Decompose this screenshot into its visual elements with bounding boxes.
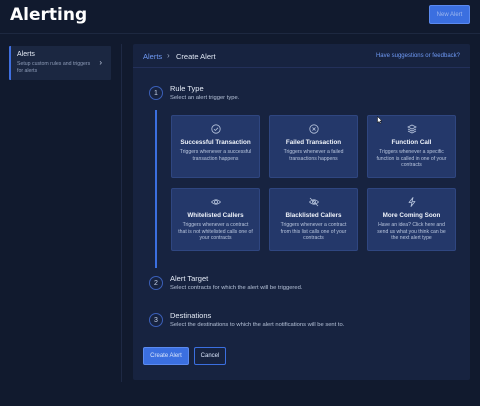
mouse-cursor-icon <box>377 116 383 124</box>
create-alert-button[interactable]: Create Alert <box>143 347 189 365</box>
rule-card-function-call[interactable]: Function Call Triggers whenever a specif… <box>367 115 456 178</box>
rule-card-title: Function Call <box>391 139 432 146</box>
header-divider <box>0 33 480 34</box>
step-title-destinations: Destinations <box>170 311 212 320</box>
step-number-1: 1 <box>149 86 163 100</box>
sidebar-item-description: Setup custom rules and triggers for aler… <box>17 61 91 74</box>
rule-card-description: Triggers whenever a failed transactions … <box>283 149 344 162</box>
step-subtitle-destinations: Select the destinations to which the ale… <box>170 322 345 328</box>
step-title-rule-type: Rule Type <box>170 84 204 93</box>
rule-card-description: Triggers whenever a successful transacti… <box>179 149 252 162</box>
sidebar-item-alerts[interactable]: Alerts Setup custom rules and triggers f… <box>9 46 111 80</box>
rule-card-failed-transaction[interactable]: Failed Transaction Triggers whenever a f… <box>269 115 358 178</box>
eye-icon <box>210 199 221 205</box>
breadcrumb-current: Create Alert <box>176 52 216 61</box>
breadcrumb-alerts-link[interactable]: Alerts <box>143 52 162 61</box>
chevron-right-icon: › <box>99 58 102 67</box>
rule-card-title: More Coming Soon <box>382 212 441 219</box>
sidebar-item-label: Alerts <box>17 51 35 58</box>
rule-card-description: Triggers whenever a specific function is… <box>376 149 447 168</box>
feedback-link[interactable]: Have suggestions or feedback? <box>376 53 460 59</box>
eye-off-icon <box>308 197 319 207</box>
rule-card-blacklisted-callers[interactable]: Blacklisted Callers Triggers whenever a … <box>269 188 358 251</box>
rule-card-description: Triggers whenever a contract that is not… <box>178 222 253 241</box>
step-number-2: 2 <box>149 276 163 290</box>
rule-card-successful-transaction[interactable]: Successful Transaction Triggers whenever… <box>171 115 260 178</box>
page-title: Alerting <box>10 5 88 25</box>
check-circle-icon <box>210 124 221 134</box>
rule-card-title: Blacklisted Callers <box>285 212 342 219</box>
rule-card-whitelisted-callers[interactable]: Whitelisted Callers Triggers whenever a … <box>171 188 260 251</box>
rule-card-title: Whitelisted Callers <box>187 212 244 219</box>
x-circle-icon <box>308 124 319 134</box>
step-subtitle-alert-target: Select contracts for which the alert wil… <box>170 285 303 291</box>
rule-card-description: Triggers whenever a contract from this l… <box>280 222 347 241</box>
breadcrumb: Alerts › Create Alert Have suggestions o… <box>133 44 470 68</box>
breadcrumb-separator-icon: › <box>167 51 170 60</box>
sidebar-divider <box>121 44 122 382</box>
rule-card-title: Successful Transaction <box>180 139 251 146</box>
new-alert-button[interactable]: New Alert <box>429 5 470 24</box>
step-progress-line <box>155 110 157 268</box>
rule-card-description: Have an idea? Click here and send us wha… <box>377 222 446 241</box>
rule-card-title: Failed Transaction <box>285 139 342 146</box>
layers-icon <box>406 124 417 134</box>
step-number-3: 3 <box>149 313 163 327</box>
create-alert-panel: Alerts › Create Alert Have suggestions o… <box>133 44 470 380</box>
cancel-button[interactable]: Cancel <box>194 347 226 365</box>
step-subtitle-rule-type: Select an alert trigger type. <box>170 95 240 101</box>
lightning-icon <box>408 197 415 207</box>
rule-card-more-coming-soon[interactable]: More Coming Soon Have an idea? Click her… <box>367 188 456 251</box>
step-title-alert-target: Alert Target <box>170 274 209 283</box>
